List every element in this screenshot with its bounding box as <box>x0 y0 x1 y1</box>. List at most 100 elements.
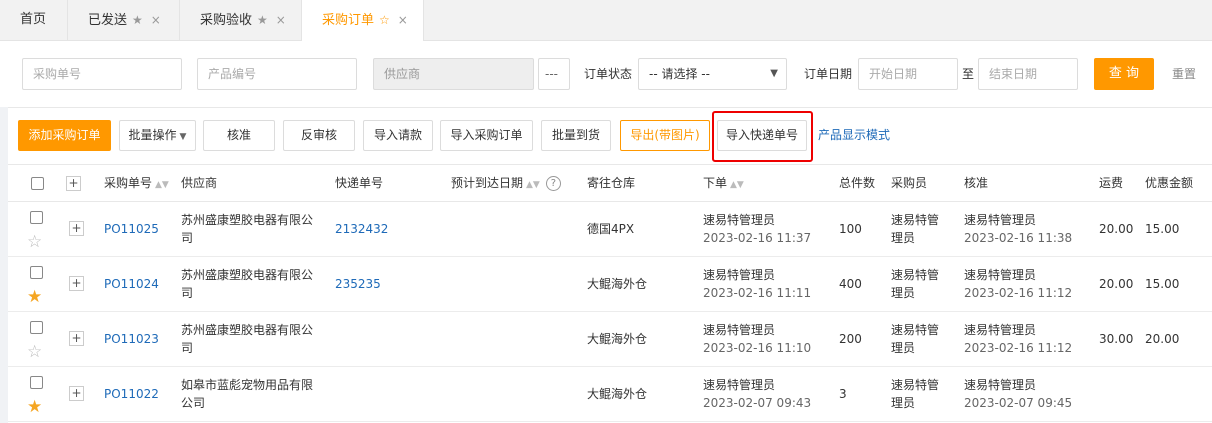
batch-arrival-button[interactable]: 批量到货 <box>541 120 611 151</box>
row-checkbox[interactable] <box>30 211 43 224</box>
tab-label: 采购验收 <box>200 13 253 28</box>
row-checkbox[interactable] <box>30 376 43 389</box>
order-time: 2023-02-16 11:11 <box>703 286 812 300</box>
table-row: ☆ + PO11025 苏州盛康塑胶电器有限公 司 2132432 德国4PX … <box>8 202 1212 257</box>
header-eta[interactable]: 预计到达日期 ▲▼? <box>451 165 561 203</box>
batch-operation-dropdown[interactable]: 批量操作 ▼ <box>119 120 196 151</box>
buyer-cont: 理员 <box>891 286 916 300</box>
supplier-name: 如皋市蓝彪宠物用品有限 <box>181 378 314 392</box>
help-icon[interactable]: ? <box>545 176 561 191</box>
close-icon[interactable]: × <box>151 13 161 27</box>
po-number-link[interactable]: PO11023 <box>104 330 159 348</box>
end-date-input[interactable]: 结束日期 <box>978 58 1078 90</box>
buyer: 速易特管 <box>891 268 940 282</box>
buyer: 速易特管 <box>891 323 940 337</box>
tab-purchase-inspection[interactable]: 采购验收 ★ × <box>180 0 302 41</box>
sort-icon[interactable]: ▲▼ <box>526 180 540 190</box>
po-number-input[interactable]: 采购单号 <box>22 58 182 90</box>
sort-icon[interactable]: ▲▼ <box>155 180 169 190</box>
tab-bar: 首页 已发送 ★ × 采购验收 ★ × 采购订单 ☆ × <box>0 0 1212 42</box>
header-discount: 优惠金额 <box>1145 176 1194 190</box>
import-tracking-number-button[interactable]: 导入快递单号 <box>717 120 807 151</box>
star-icon[interactable]: ★ <box>27 289 42 306</box>
header-tracking-number: 快递单号 <box>335 176 384 190</box>
approve-user: 速易特管理员 <box>964 323 1037 337</box>
order-status-label: 订单状态 <box>584 67 633 81</box>
start-date-input[interactable]: 开始日期 <box>858 58 958 90</box>
total-qty: 100 <box>839 222 862 236</box>
po-number-link[interactable]: PO11024 <box>104 275 159 293</box>
import-purchase-order-button[interactable]: 导入采购订单 <box>440 120 533 151</box>
tab-sent[interactable]: 已发送 ★ × <box>68 0 180 41</box>
reset-button[interactable]: 重置 <box>1172 58 1196 90</box>
export-with-images-button[interactable]: 导出(带图片) <box>620 120 710 151</box>
close-icon[interactable]: × <box>398 13 408 27</box>
filter-bar: 采购单号 产品编号 供应商 --- 订单状态 -- 请选择 -- ▼ 订单日期 … <box>0 41 1212 107</box>
warehouse: 大鲲海外仓 <box>587 332 648 346</box>
approve-time: 2023-02-16 11:12 <box>964 341 1073 355</box>
supplier-name-cont: 司 <box>181 231 194 245</box>
tracking-number-link[interactable]: 235235 <box>335 275 381 293</box>
expand-row-button[interactable]: + <box>69 276 84 291</box>
row-checkbox[interactable] <box>30 321 43 334</box>
expand-row-button[interactable]: + <box>69 221 84 236</box>
approve-button[interactable]: 核准 <box>203 120 275 151</box>
tracking-number-link[interactable]: 2132432 <box>335 220 388 238</box>
header-order[interactable]: 下单 ▲▼ <box>703 165 744 203</box>
warehouse: 德国4PX <box>587 222 635 236</box>
expand-row-button[interactable]: + <box>69 386 84 401</box>
table-row: ★ + PO11022 如皋市蓝彪宠物用品有限 公司 大鲲海外仓 速易特管理员 … <box>8 367 1212 422</box>
approve-time: 2023-02-16 11:12 <box>964 286 1073 300</box>
po-number-link[interactable]: PO11025 <box>104 220 159 238</box>
chevron-down-icon: ▼ <box>179 132 187 142</box>
batch-operation-label: 批量操作 <box>128 128 177 142</box>
header-warehouse: 寄往仓库 <box>587 176 636 190</box>
tab-home[interactable]: 首页 <box>0 0 68 41</box>
po-number-link[interactable]: PO11022 <box>104 385 159 403</box>
unapprove-button[interactable]: 反审核 <box>283 120 355 151</box>
date-range-separator: 至 <box>962 67 975 81</box>
sort-icon[interactable]: ▲▼ <box>730 180 744 190</box>
discount: 15.00 <box>1145 222 1180 236</box>
star-icon[interactable]: ★ <box>27 399 42 416</box>
order-time: 2023-02-07 09:43 <box>703 396 812 410</box>
star-outline-icon[interactable]: ☆ <box>27 344 42 361</box>
header-label: 采购单号 <box>104 176 153 190</box>
chevron-down-icon: ▼ <box>770 68 778 79</box>
buyer-cont: 理员 <box>891 396 916 410</box>
star-outline-icon[interactable]: ☆ <box>27 234 42 251</box>
query-button[interactable]: 查 询 <box>1094 58 1154 90</box>
total-qty: 400 <box>839 277 862 291</box>
buyer-cont: 理员 <box>891 341 916 355</box>
product-display-mode-link[interactable]: 产品显示模式 <box>818 120 890 151</box>
warehouse: 大鲲海外仓 <box>587 277 648 291</box>
row-checkbox[interactable] <box>30 266 43 279</box>
order-user: 速易特管理员 <box>703 268 776 282</box>
close-icon[interactable]: × <box>276 13 286 27</box>
supplier-name: 苏州盛康塑胶电器有限公 <box>181 268 314 282</box>
tab-purchase-order[interactable]: 采购订单 ☆ × <box>302 0 424 42</box>
header-po-number[interactable]: 采购单号 ▲▼ <box>104 165 169 203</box>
star-outline-icon[interactable]: ☆ <box>379 13 390 27</box>
product-number-input[interactable]: 产品编号 <box>197 58 357 90</box>
select-all-checkbox[interactable] <box>31 177 44 190</box>
approve-user: 速易特管理员 <box>964 378 1037 392</box>
import-payment-button[interactable]: 导入请款 <box>363 120 433 151</box>
add-purchase-order-button[interactable]: 添加采购订单 <box>18 120 111 151</box>
star-icon[interactable]: ★ <box>257 13 268 27</box>
expand-row-button[interactable]: + <box>69 331 84 346</box>
total-qty: 200 <box>839 332 862 346</box>
order-status-select[interactable]: -- 请选择 -- ▼ <box>638 58 787 90</box>
table-header: + 采购单号 ▲▼ 供应商 快递单号 预计到达日期 ▲▼? 寄往仓库 下单 ▲▼ 总件… <box>8 164 1212 202</box>
total-qty: 3 <box>839 387 847 401</box>
freight: 20.00 <box>1099 222 1134 236</box>
buyer-cont: 理员 <box>891 231 916 245</box>
expand-all-button[interactable]: + <box>66 176 81 191</box>
tab-label: 首页 <box>20 12 47 27</box>
discount: 15.00 <box>1145 277 1180 291</box>
approve-time: 2023-02-07 09:45 <box>964 396 1073 410</box>
star-icon[interactable]: ★ <box>132 13 143 27</box>
supplier-input[interactable]: 供应商 <box>373 58 534 90</box>
approve-time: 2023-02-16 11:38 <box>964 231 1073 245</box>
supplier-picker-button[interactable]: --- <box>538 58 570 90</box>
